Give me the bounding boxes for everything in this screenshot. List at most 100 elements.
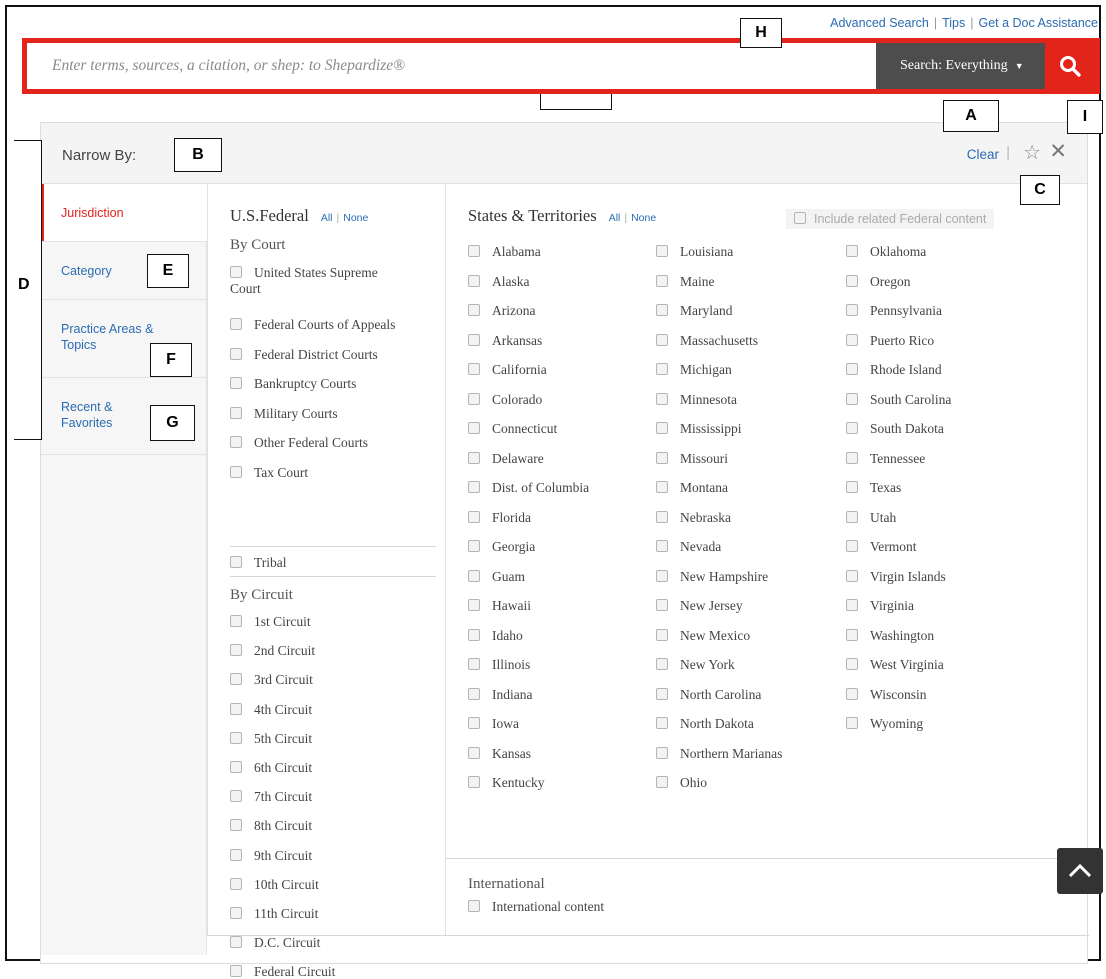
checkbox-item[interactable]: 11th Circuit [230,906,318,921]
checkbox-box[interactable] [468,304,480,316]
checkbox-box[interactable] [846,363,858,375]
checkbox-item[interactable]: Kansas [468,746,531,761]
checkbox-box[interactable] [468,451,480,464]
checkbox-box[interactable] [846,510,858,523]
checkbox-item[interactable]: Puerto Rico [846,333,934,348]
checkbox-item[interactable]: 1st Circuit [230,614,311,629]
checkbox-box[interactable] [656,481,668,493]
checkbox-box[interactable] [468,333,480,346]
checkbox-item[interactable]: California [468,362,547,377]
checkbox-item[interactable]: 7th Circuit [230,789,312,804]
checkbox-box[interactable] [656,540,668,552]
checkbox-item[interactable]: Virgin Islands [846,569,946,584]
checkbox-item[interactable]: Arizona [468,303,535,318]
checkbox-item[interactable]: Michigan [656,362,732,377]
checkbox-item[interactable]: Dist. of Columbia [468,480,589,495]
checkbox-item[interactable]: Florida [468,510,531,525]
checkbox-box[interactable] [468,658,480,670]
federal-none-link[interactable]: None [343,212,368,224]
search-button[interactable] [1045,43,1095,89]
checkbox-box[interactable] [230,877,242,890]
checkbox-item[interactable]: Wisconsin [846,687,926,702]
checkbox-item[interactable]: Oregon [846,274,911,289]
checkbox-box[interactable] [846,422,858,434]
checkbox-item[interactable]: Northern Marianas [656,746,782,761]
checkbox-item[interactable]: 4th Circuit [230,702,312,717]
checkbox-item[interactable]: New Jersey [656,598,743,613]
checkbox-item[interactable]: Guam [468,569,525,584]
checkbox-item[interactable]: Alabama [468,244,541,259]
checkbox-box[interactable] [656,569,668,582]
close-icon[interactable]: ✕ [1049,139,1067,164]
checkbox-item[interactable]: Washington [846,628,934,643]
checkbox-box[interactable] [468,746,480,759]
get-a-doc-link[interactable]: Get a Doc Assistance [978,16,1098,30]
checkbox-item[interactable]: Maine [656,274,715,289]
checkbox-box[interactable] [846,540,858,552]
tips-link[interactable]: Tips [942,16,965,30]
checkbox-item[interactable]: New Mexico [656,628,750,643]
star-icon[interactable]: ☆ [1023,140,1041,165]
checkbox-item[interactable]: Alaska [468,274,530,289]
checkbox-item[interactable]: 3rd Circuit [230,672,313,687]
checkbox-item[interactable]: Arkansas [468,333,542,348]
checkbox-item[interactable]: New Hampshire [656,569,768,584]
checkbox-box[interactable] [230,465,242,478]
checkbox-box[interactable] [230,436,242,448]
checkbox-box[interactable] [230,761,242,773]
checkbox-item[interactable]: Federal District Courts [230,347,378,362]
checkbox-item[interactable]: Massachusetts [656,333,758,348]
checkbox-item[interactable]: Texas [846,480,901,495]
checkbox-box[interactable] [230,907,242,919]
advanced-search-link[interactable]: Advanced Search [830,16,929,30]
checkbox-box[interactable] [846,392,858,405]
checkbox-item[interactable]: Louisiana [656,244,733,259]
checkbox-box[interactable] [230,819,242,832]
search-input[interactable] [27,43,876,89]
checkbox-item[interactable]: Nebraska [656,510,731,525]
checkbox-item[interactable]: Ohio [656,775,707,790]
checkbox-item[interactable]: Federal Circuit [230,964,335,979]
checkbox-box[interactable] [656,451,668,464]
checkbox-international[interactable]: International content [468,899,604,914]
checkbox-box[interactable] [656,274,668,287]
checkbox-box[interactable] [230,556,242,568]
checkbox-item[interactable]: Idaho [468,628,523,643]
checkbox-item[interactable]: Tennessee [846,451,925,466]
checkbox-box[interactable] [230,965,242,978]
checkbox-item[interactable]: Federal Courts of Appeals [230,317,395,332]
checkbox-box[interactable] [846,687,858,700]
checkbox-item[interactable]: 2nd Circuit [230,643,315,658]
checkbox-box[interactable] [468,900,480,912]
checkbox-item[interactable]: Vermont [846,539,917,554]
include-federal-checkbox[interactable]: Include related Federal content [786,209,995,229]
checkbox-box[interactable] [230,318,242,330]
checkbox-item[interactable]: Maryland [656,303,732,318]
checkbox-box[interactable] [846,569,858,582]
checkbox-box[interactable] [468,481,480,493]
checkbox-item[interactable]: Colorado [468,392,542,407]
checkbox-box[interactable] [656,422,668,434]
checkbox-item[interactable]: Pennsylvania [846,303,942,318]
checkbox-box[interactable] [846,658,858,670]
scroll-to-top-button[interactable] [1057,848,1103,894]
checkbox-item[interactable]: Mississippi [656,421,742,436]
states-all-link[interactable]: All [609,212,621,224]
checkbox-box[interactable] [656,363,668,375]
checkbox-tribal[interactable]: Tribal [230,555,287,570]
checkbox-box[interactable] [846,274,858,287]
checkbox-item[interactable]: North Dakota [656,716,754,731]
checkbox-box[interactable] [846,628,858,641]
checkbox-box[interactable] [230,615,242,627]
checkbox-item[interactable]: Oklahoma [846,244,926,259]
checkbox-box[interactable] [468,274,480,287]
checkbox-box[interactable] [656,392,668,405]
checkbox-box[interactable] [656,746,668,759]
checkbox-item[interactable]: Connecticut [468,421,557,436]
checkbox-item[interactable]: 10th Circuit [230,877,319,892]
checkbox-box[interactable] [656,304,668,316]
checkbox-item[interactable]: Iowa [468,716,519,731]
checkbox-item[interactable]: 5th Circuit [230,731,312,746]
checkbox-box[interactable] [468,687,480,700]
checkbox-item[interactable]: Montana [656,480,728,495]
